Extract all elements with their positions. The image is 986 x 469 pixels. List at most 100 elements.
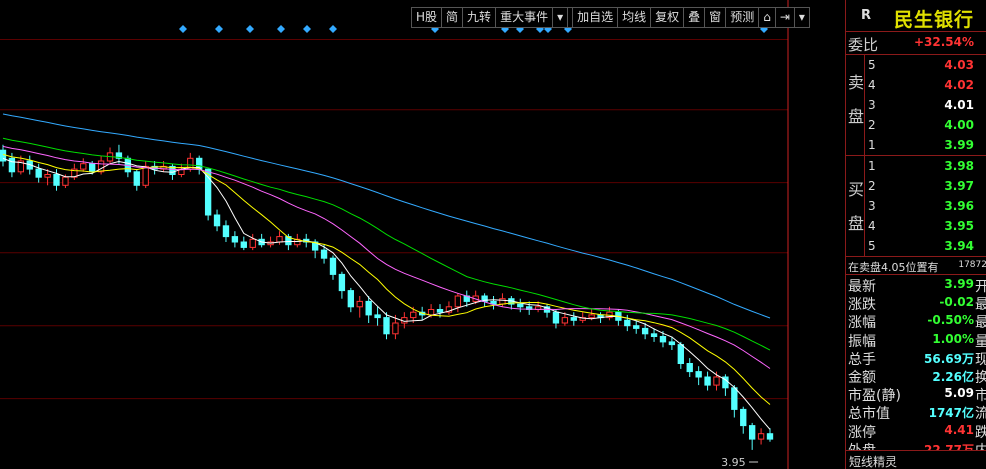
level-number: 4	[868, 219, 876, 233]
event-marker-icon[interactable]	[303, 25, 311, 33]
candle-down	[731, 387, 738, 410]
sell-level-row[interactable]: 2 4.00	[865, 115, 986, 135]
large-order-note[interactable]: 在卖盘4.05位置有 17872	[846, 257, 986, 275]
level-price: 3.98	[944, 159, 974, 173]
candle-down	[365, 300, 372, 316]
sell-side-label: 卖 盘	[846, 55, 865, 155]
sell-side-char: 卖	[848, 73, 865, 92]
kline-chart[interactable]: 5.475.214.944.684.414.143.95	[0, 0, 791, 469]
level-price: 4.00	[944, 118, 974, 132]
toolbar-button[interactable]: 窗	[705, 8, 727, 27]
candle-up	[454, 295, 462, 308]
level-number: 1	[868, 138, 876, 152]
candle-down	[35, 168, 42, 178]
buy-side-char: 买	[848, 180, 865, 199]
candle-down	[740, 408, 747, 427]
level-number: 5	[868, 239, 876, 253]
candle-up	[356, 300, 363, 308]
candle-down	[552, 311, 560, 324]
level-number: 1	[868, 159, 876, 173]
ma10-line	[2, 153, 771, 405]
candle-up	[142, 165, 149, 186]
candle-down	[347, 290, 355, 308]
level-price: 4.02	[944, 78, 974, 92]
toolbar-button[interactable]: H股	[412, 8, 443, 27]
candle-up	[561, 317, 569, 324]
level-price: 3.96	[944, 199, 974, 213]
sell-level-row[interactable]: 3 4.01	[865, 95, 986, 115]
level-number: 4	[868, 78, 876, 92]
order-ratio-value: +32.54%	[913, 35, 974, 49]
candle-down	[677, 344, 684, 365]
sell-book: 卖 盘 5 4.03 4 4.02 3 4.01 2 4.00 1 3.99	[846, 55, 986, 156]
event-marker-icon[interactable]	[215, 25, 223, 33]
candle-down	[133, 171, 140, 186]
short-term-sprite-label: 短线精灵	[849, 455, 898, 469]
toolbar-button[interactable]: ⌂	[759, 8, 776, 27]
sell-level-row[interactable]: 4 4.02	[865, 75, 986, 95]
level-price: 3.97	[944, 179, 974, 193]
event-marker-icon[interactable]	[179, 25, 187, 33]
level-number: 5	[868, 58, 876, 72]
buy-level-row[interactable]: 1 3.98	[865, 156, 986, 176]
candle-down	[320, 249, 328, 259]
event-marker-icon[interactable]	[329, 25, 337, 33]
toolbar-button[interactable]: 简	[442, 8, 464, 27]
short-term-sprite-bar[interactable]: 短线精灵	[846, 450, 986, 469]
toolbar-button[interactable]: 均线	[618, 8, 652, 27]
candle-down	[338, 273, 346, 292]
sell-level-row[interactable]: 1 3.99	[865, 135, 986, 155]
large-order-volume: 17872	[958, 260, 986, 270]
candle-down	[213, 214, 221, 227]
candle-up	[276, 236, 283, 243]
stat-value: 1.00%	[932, 331, 974, 346]
buy-book: 买 盘 1 3.98 2 3.97 3 3.96 4 3.95 5 3.94	[846, 156, 986, 257]
candle-down	[240, 241, 247, 248]
stat-row: 振幅1.00%量	[846, 330, 986, 350]
order-ratio-label: 委比	[848, 36, 879, 54]
event-marker-icon[interactable]	[246, 25, 254, 33]
candle-up	[499, 298, 506, 305]
toolbar-button[interactable]: 九转	[463, 8, 497, 27]
stat-value: 4.41	[944, 422, 974, 437]
candle-down	[650, 333, 658, 337]
candle-down	[704, 376, 711, 386]
quote-panel: R 民生银行 委比 +32.54% 卖 盘 5 4.03 4 4.02 3 4.01 2 4.…	[845, 0, 986, 469]
toolbar-button[interactable]: ▾	[553, 8, 569, 27]
stock-header: R 民生银行	[846, 0, 986, 32]
toolbar-button[interactable]: ▾	[795, 8, 809, 27]
stock-name[interactable]: 民生银行	[894, 5, 974, 32]
toolbar-button[interactable]: 加自选	[573, 8, 619, 27]
buy-level-row[interactable]: 2 3.97	[865, 176, 986, 196]
toolbar-button[interactable]: 叠	[684, 8, 706, 27]
toolbar-button[interactable]: 重大事件	[496, 8, 554, 27]
stat-row: 总手56.69万现	[846, 348, 986, 368]
order-ratio-row: 委比 +32.54%	[846, 32, 986, 55]
toolbar-button[interactable]: ⇥	[776, 8, 795, 27]
toolbar-button[interactable]: 预测	[726, 8, 760, 27]
candle-down	[766, 433, 774, 440]
quote-stats: 最新3.99开涨跌-0.02最涨幅-0.50%最振幅1.00%量总手56.69万…	[846, 275, 986, 459]
stock-code-badge: R	[861, 8, 872, 23]
candle-down	[641, 327, 649, 335]
candle-down	[695, 371, 702, 378]
candle-down	[686, 363, 693, 373]
event-marker-icon[interactable]	[277, 25, 285, 33]
level-number: 3	[868, 199, 876, 213]
stat-value: 1747亿	[928, 406, 974, 421]
level-number: 2	[868, 118, 876, 132]
candle-up	[410, 311, 417, 319]
candle-up	[757, 433, 765, 440]
buy-level-row[interactable]: 4 3.95	[865, 216, 986, 236]
sell-level-row[interactable]: 5 4.03	[865, 55, 986, 75]
buy-level-row[interactable]: 5 3.94	[865, 236, 986, 256]
candle-up	[44, 174, 51, 178]
candle-up	[97, 160, 105, 173]
large-order-text: 在卖盘4.05位置有	[848, 261, 939, 274]
buy-level-row[interactable]: 3 3.96	[865, 196, 986, 216]
candle-up	[80, 163, 87, 170]
candle-up	[62, 176, 69, 186]
ma5-line	[2, 157, 771, 430]
candle-down	[89, 163, 96, 173]
toolbar-button[interactable]: 复权	[651, 8, 685, 27]
